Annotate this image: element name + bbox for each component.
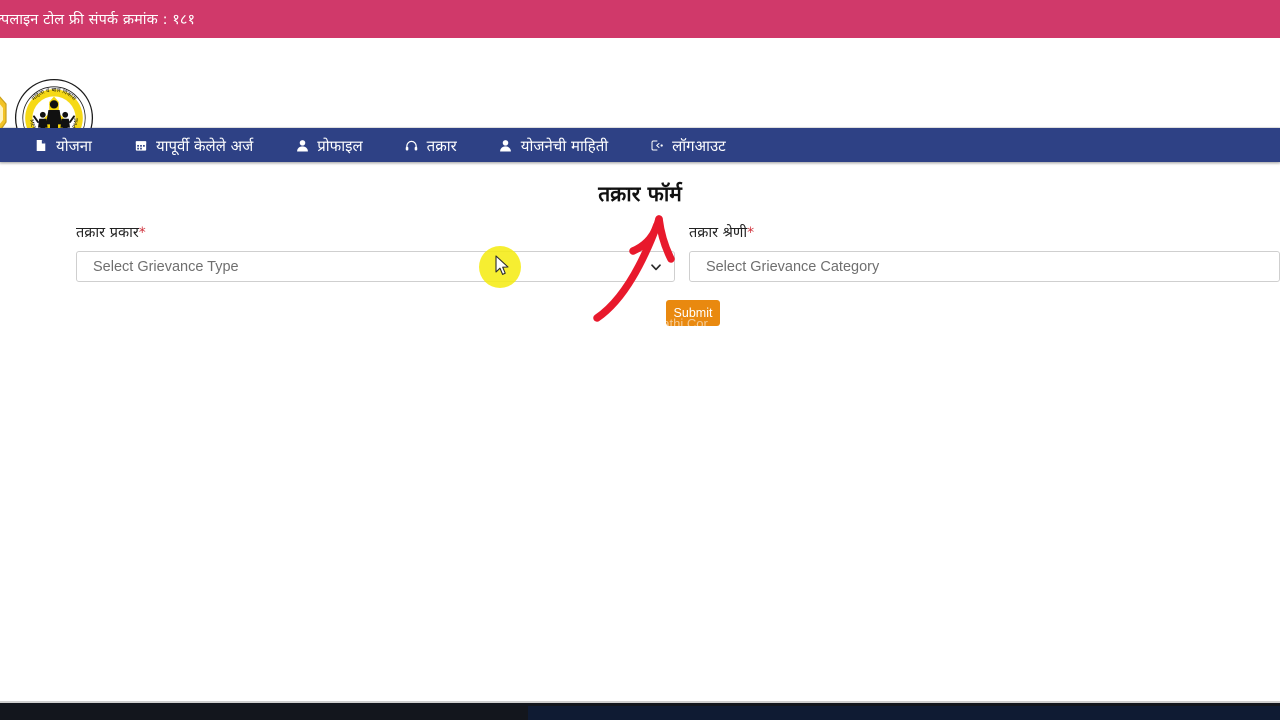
submit-button[interactable]: Submit rathi Cor [658, 300, 720, 331]
bottom-bar-right-segment [528, 706, 1280, 720]
nav-item-previous-applications[interactable]: यापूर्वी केलेले अर्ज [118, 128, 269, 162]
grievance-form: तक्रार प्रकार* Select Grievance Type तक्… [0, 222, 1280, 282]
nav-label: योजना [56, 136, 92, 155]
nav-item-profile[interactable]: प्रोफाइल [279, 128, 378, 162]
calendar-icon [134, 138, 148, 152]
nav-label: योजनेची माहिती [520, 136, 609, 155]
nav-item-scheme-information[interactable]: योजनेची माहिती [483, 128, 624, 162]
required-asterisk: * [747, 225, 755, 241]
nav-item-grievance[interactable]: तक्रार [389, 128, 473, 162]
nav-item-logout[interactable]: लॉगआउट [634, 128, 742, 162]
nav-item-yojana[interactable]: योजना [0, 128, 108, 162]
site-header: महिला व बाल विकास WOMEN & CHILD DEVELOPM… [0, 38, 1280, 158]
logout-icon [650, 138, 664, 152]
required-asterisk: * [138, 225, 146, 241]
grievance-category-value: Select Grievance Category [705, 258, 880, 275]
file-icon [34, 138, 48, 152]
submit-label: Submit [673, 306, 713, 320]
page-title: तक्रार फॉर्म [598, 182, 682, 206]
headset-icon [405, 138, 419, 152]
person-icon [295, 138, 309, 152]
navbar-shadow [0, 162, 1280, 165]
grievance-category-field: तक्रार श्रेणी* Select Grievance Category [688, 222, 1280, 282]
chevron-down-icon [651, 263, 661, 270]
nav-label: तक्रार [426, 136, 457, 155]
page-root: ेल्पलाइन टोल फ्री संपर्क क्रमांक : १८१ म… [0, 0, 1280, 720]
person-icon [499, 138, 513, 152]
grievance-type-field: तक्रार प्रकार* Select Grievance Type [76, 222, 675, 282]
nav-label: यापूर्वी केलेले अर्ज [155, 136, 254, 155]
helpline-banner: ेल्पलाइन टोल फ्री संपर्क क्रमांक : १८१ [0, 0, 1280, 38]
grievance-category-select[interactable]: Select Grievance Category [688, 251, 1280, 282]
helpline-text: ेल्पलाइन टोल फ्री संपर्क क्रमांक : १८१ [0, 12, 196, 28]
label-text: तक्रार प्रकार [76, 225, 139, 241]
nav-label: प्रोफाइल [317, 136, 363, 155]
grievance-type-label: तक्रार प्रकार* [76, 222, 675, 242]
label-text: तक्रार श्रेणी [688, 225, 748, 241]
grievance-category-label: तक्रार श्रेणी* [689, 222, 1280, 242]
nav-label: लॉगआउट [672, 136, 726, 155]
grievance-type-select[interactable]: Select Grievance Type [76, 251, 675, 282]
main-navigation: योजना यापूर्वी केलेले अर्ज प्रोफाइल तक्र… [0, 128, 1280, 162]
grievance-type-value: Select Grievance Type [93, 258, 239, 275]
